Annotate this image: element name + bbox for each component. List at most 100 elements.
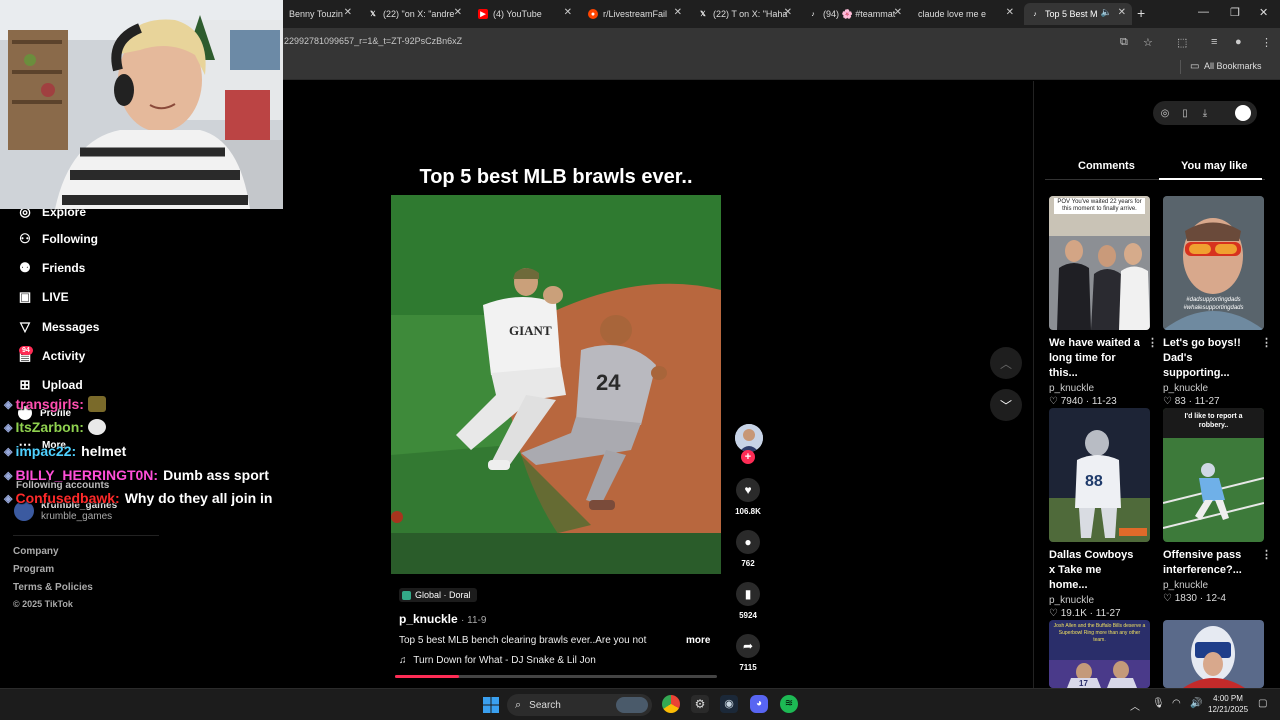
location-chip[interactable]: Global · Doral bbox=[399, 588, 477, 602]
close-icon[interactable]: ✕ bbox=[784, 7, 792, 18]
video-thumbnail[interactable]: POV You've waited 22 years for this mome… bbox=[1049, 196, 1150, 330]
tab-benny-touzin[interactable]: Benny Touzin ✕ bbox=[283, 3, 358, 25]
nav-following[interactable]: ⚇ Following bbox=[16, 230, 98, 248]
video-thumbnail[interactable]: 88 bbox=[1049, 408, 1150, 542]
footer-terms-link[interactable]: Terms & Policies bbox=[13, 582, 93, 593]
window-close-icon[interactable]: ✕ bbox=[1259, 6, 1268, 19]
share-icon[interactable]: ➦ bbox=[736, 634, 760, 658]
tab-comments[interactable]: Comments bbox=[1078, 160, 1135, 172]
share-action[interactable]: ➦ 7115 bbox=[732, 634, 764, 672]
tab-tiktok-teammat[interactable]: ♪ (94) 🌸 #teammat ✕ bbox=[802, 3, 908, 25]
close-icon[interactable]: ✕ bbox=[894, 7, 902, 18]
microphone-icon[interactable]: 🎙 bbox=[1152, 698, 1165, 709]
tab-you-may-like[interactable]: You may like bbox=[1181, 160, 1247, 172]
nav-messages[interactable]: ▽ Messages bbox=[16, 318, 99, 336]
chrome-icon[interactable] bbox=[662, 695, 680, 713]
close-icon[interactable]: ✕ bbox=[344, 7, 352, 18]
restore-icon[interactable]: ❐ bbox=[1230, 6, 1240, 19]
recommended-video-card[interactable]: #dadsupportingdads #whalesupportingdads … bbox=[1163, 196, 1272, 407]
location-label: Global · Doral bbox=[415, 590, 471, 600]
like-action[interactable]: ♥ 106.8K bbox=[732, 478, 764, 516]
nav-live[interactable]: ▣ LIVE bbox=[16, 288, 69, 306]
close-icon[interactable]: ✕ bbox=[1006, 7, 1014, 18]
card-username[interactable]: p_knuckle bbox=[1049, 383, 1150, 394]
card-title[interactable]: We have waited a long time for this... bbox=[1049, 336, 1141, 381]
footer-program-link[interactable]: Program bbox=[13, 564, 54, 575]
card-username[interactable]: p_knuckle bbox=[1163, 383, 1264, 394]
windows-start-icon[interactable] bbox=[483, 697, 499, 713]
follow-button[interactable]: + bbox=[741, 450, 755, 464]
card-likes: 1830 bbox=[1174, 593, 1197, 604]
video-player[interactable]: GIANT 24 bbox=[391, 195, 721, 574]
recommended-video-card[interactable]: POV You've waited 22 years for this mome… bbox=[1049, 196, 1158, 407]
speaker-icon[interactable]: 🔈 bbox=[1101, 7, 1112, 18]
spotify-icon[interactable]: ≋ bbox=[780, 695, 798, 713]
chat-badge-icon: ◈ bbox=[4, 421, 13, 434]
tab-active-tiktok[interactable]: ♪ Top 5 Best M 🔈 ✕ bbox=[1024, 3, 1132, 25]
toggle-knob[interactable] bbox=[1235, 105, 1251, 121]
previous-video-button[interactable]: ︿ bbox=[990, 347, 1022, 379]
close-icon[interactable]: ✕ bbox=[1118, 7, 1126, 18]
recommended-video-card[interactable]: 17 Josh Allen and the Buffalo Bills dese… bbox=[1049, 620, 1150, 688]
card-username[interactable]: p_knuckle bbox=[1049, 595, 1150, 606]
tab-reddit[interactable]: ● r/LivestreamFail ✕ bbox=[582, 3, 688, 25]
tab-x-andre[interactable]: 𝕏 (22) "on X: "andre ✕ bbox=[362, 3, 468, 25]
video-thumbnail[interactable]: #dadsupportingdads #whalesupportingdads bbox=[1163, 196, 1264, 330]
comment-icon[interactable]: ● bbox=[736, 530, 760, 554]
author-avatar[interactable] bbox=[735, 424, 763, 452]
notifications-icon[interactable]: ▢ bbox=[1258, 698, 1267, 709]
card-title[interactable]: Offensive pass interference?... bbox=[1163, 548, 1255, 578]
music-track[interactable]: ♫ Turn Down for What - DJ Snake & Lil Jo… bbox=[399, 655, 596, 666]
recommended-video-card[interactable]: I'd like to report a robbery.. Offensive… bbox=[1163, 408, 1272, 604]
close-icon[interactable]: ✕ bbox=[454, 7, 462, 18]
steam-icon[interactable]: ◉ bbox=[720, 695, 738, 713]
close-icon[interactable]: ✕ bbox=[564, 7, 572, 18]
discord-icon[interactable]: ◕ bbox=[750, 695, 768, 713]
card-title[interactable]: Let's go boys!! Dad's supporting... bbox=[1163, 336, 1255, 381]
video-thumbnail[interactable] bbox=[1163, 620, 1264, 688]
caption-more-button[interactable]: more bbox=[686, 635, 710, 646]
settings-icon[interactable]: ⚙ bbox=[691, 695, 709, 713]
extensions-icon[interactable]: ⬚ bbox=[1177, 36, 1187, 49]
more-options-icon[interactable]: ⋮ bbox=[1261, 548, 1272, 561]
recommended-video-card[interactable] bbox=[1163, 620, 1264, 688]
tab-x-haha[interactable]: 𝕏 (22) T on X: "Haha ✕ bbox=[692, 3, 798, 25]
video-progress-bar[interactable] bbox=[395, 675, 717, 678]
recommended-video-card[interactable]: 88 Dallas Cowboys x Take me home... p_kn… bbox=[1049, 408, 1150, 619]
comment-action[interactable]: ● 762 bbox=[732, 530, 764, 568]
chevron-up-icon[interactable]: ︿ bbox=[1130, 698, 1140, 713]
tab-youtube[interactable]: ▶ (4) YouTube ✕ bbox=[472, 3, 578, 25]
tab-search-icon[interactable]: ≡ bbox=[1211, 36, 1217, 48]
more-options-icon[interactable]: ⋮ bbox=[1261, 336, 1272, 349]
phone-icon[interactable]: ▯ bbox=[1179, 107, 1191, 119]
video-author[interactable]: p_knuckle · 11-9 bbox=[399, 612, 486, 626]
new-tab-button[interactable]: + bbox=[1137, 5, 1145, 21]
save-action[interactable]: ▮ 5924 bbox=[732, 582, 764, 620]
install-icon[interactable]: ⧉ bbox=[1120, 36, 1128, 49]
card-username[interactable]: p_knuckle bbox=[1163, 580, 1264, 591]
nav-upload[interactable]: ⊞ Upload bbox=[16, 376, 83, 394]
next-video-button[interactable]: ﹀ bbox=[990, 389, 1022, 421]
download-icon[interactable]: ⤓ bbox=[1199, 107, 1211, 119]
footer-company-link[interactable]: Company bbox=[13, 546, 59, 557]
video-thumbnail[interactable]: 17 Josh Allen and the Buffalo Bills dese… bbox=[1049, 620, 1150, 688]
url-field[interactable]: 22992781099657_r=1&_t=ZT-92PsCzBn6xZ ⧉ ☆… bbox=[280, 30, 1280, 54]
taskbar-clock[interactable]: 4:00 PM 12/21/2025 bbox=[1208, 693, 1248, 715]
wifi-icon[interactable]: ◠ bbox=[1172, 698, 1181, 709]
all-bookmarks-link[interactable]: All Bookmarks bbox=[1204, 61, 1262, 71]
taskbar-search[interactable]: ⌕ Search bbox=[507, 694, 652, 716]
more-options-icon[interactable]: ⋮ bbox=[1147, 336, 1158, 349]
video-thumbnail[interactable]: I'd like to report a robbery.. bbox=[1163, 408, 1264, 542]
minimize-icon[interactable]: — bbox=[1198, 6, 1209, 18]
tab-claude[interactable]: claude love me e ✕ bbox=[912, 3, 1020, 25]
bookmark-icon[interactable]: ▮ bbox=[736, 582, 760, 606]
card-title[interactable]: Dallas Cowboys x Take me home... bbox=[1049, 548, 1141, 593]
volume-icon[interactable]: 🔊 bbox=[1190, 698, 1202, 709]
browser-menu-icon[interactable]: ⋮ bbox=[1261, 36, 1272, 49]
compass-icon[interactable]: ◎ bbox=[1159, 107, 1171, 119]
heart-icon[interactable]: ♥ bbox=[736, 478, 760, 502]
close-icon[interactable]: ✕ bbox=[674, 7, 682, 18]
profile-avatar-icon[interactable]: ● bbox=[1235, 36, 1242, 48]
star-icon[interactable]: ☆ bbox=[1143, 36, 1153, 49]
nav-friends[interactable]: ⚉ Friends bbox=[16, 259, 85, 277]
